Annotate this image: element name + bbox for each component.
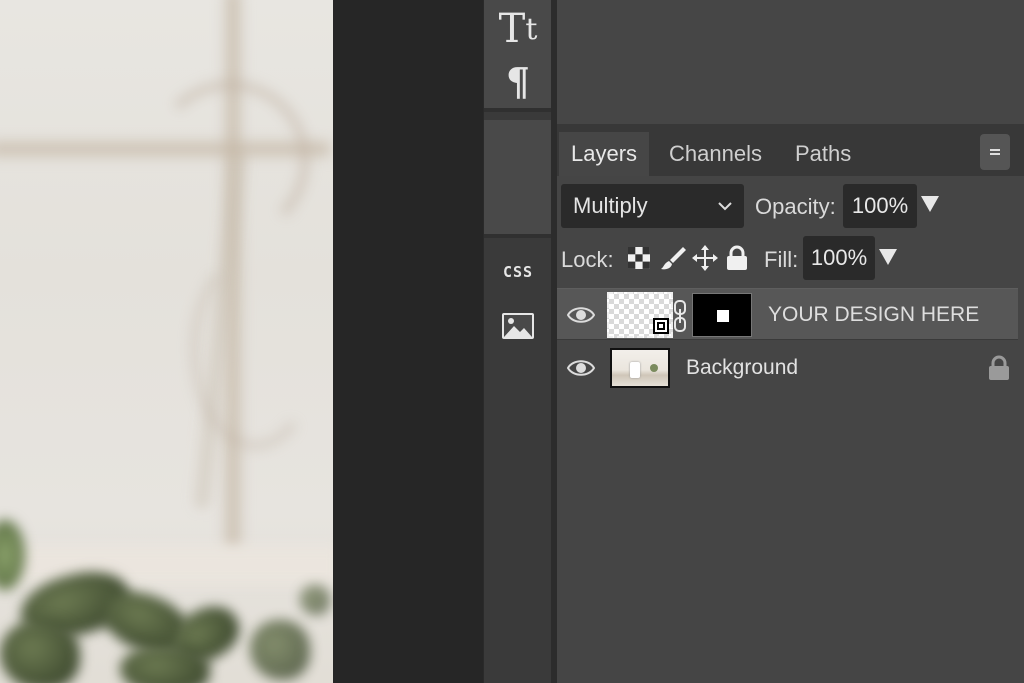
tab-paths[interactable]: Paths [783, 132, 863, 176]
smart-object-icon [653, 318, 669, 334]
image-panel-button[interactable] [484, 304, 552, 348]
canvas-pasteboard [333, 0, 483, 683]
type-tool-glyph-small: t [525, 11, 538, 47]
window-shadow-arc [190, 250, 320, 450]
eye-icon[interactable] [567, 356, 595, 380]
upper-panel-area [557, 0, 1024, 124]
eye-icon[interactable] [567, 303, 595, 327]
thumb-object [630, 362, 640, 378]
type-tool-glyph: T [498, 6, 526, 52]
paragraph-panel-button[interactable]: ¶ [484, 58, 552, 104]
padlock-icon[interactable] [723, 244, 751, 272]
css-label: CSS [502, 263, 534, 281]
mask-shape [717, 310, 729, 322]
plant-leaf [250, 620, 310, 680]
fill-input[interactable]: 100% [803, 236, 875, 280]
layer-name: YOUR DESIGN HERE [768, 303, 980, 326]
opacity-dropdown-icon[interactable] [921, 196, 939, 212]
layer-thumbnail[interactable] [610, 348, 670, 388]
lock-fill-row: Lock: Fill: 100% [557, 234, 1024, 282]
plant-leaf [120, 645, 210, 683]
plant-leaf [300, 585, 330, 615]
character-panel-button[interactable]: Tt [484, 6, 552, 52]
fill-label: Fill: [764, 247, 799, 272]
panel-tools-column: Tt ¶ CSS [483, 0, 553, 683]
layer-row-your-design-here[interactable]: YOUR DESIGN HERE [557, 288, 1018, 340]
lock-label: Lock: [561, 247, 614, 272]
thumb-plant [650, 364, 658, 372]
chevron-down-icon [718, 202, 732, 211]
tab-layers[interactable]: Layers [559, 132, 649, 176]
layers-panel: Layers Channels Paths Multiply Opacity: … [557, 124, 1024, 683]
opacity-label: Opacity: [755, 194, 836, 219]
document-canvas[interactable] [0, 0, 333, 683]
layer-mask-thumbnail[interactable] [692, 293, 752, 337]
panel-tabbar: Layers Channels Paths [557, 124, 1024, 176]
text-tools-group: Tt ¶ [484, 0, 552, 112]
blend-mode-value: Multiply [573, 193, 648, 218]
move-lock-icon[interactable] [691, 244, 719, 272]
blend-mode-select[interactable]: Multiply [561, 184, 744, 228]
window-sill [0, 545, 333, 585]
opacity-input[interactable]: 100% [843, 184, 917, 228]
blend-opacity-row: Multiply Opacity: 100% [557, 182, 1024, 230]
plant-leaf [0, 620, 80, 683]
css-panel-button[interactable]: CSS [484, 250, 552, 294]
window-shadow-arc [150, 80, 310, 240]
padlock-icon [989, 355, 1009, 380]
brush-lock-icon[interactable] [659, 244, 687, 272]
paragraph-icon: ¶ [505, 58, 531, 104]
image-icon [502, 313, 534, 339]
tab-channels[interactable]: Channels [657, 132, 774, 176]
link-icon[interactable] [673, 299, 687, 333]
fill-dropdown-icon[interactable] [879, 249, 897, 265]
panel-menu-button[interactable] [980, 134, 1010, 170]
panel-menu-icon [990, 149, 1000, 155]
transparency-lock-icon[interactable] [625, 244, 653, 272]
layer-name: Background [686, 356, 799, 379]
misc-tools-group: CSS [484, 120, 552, 339]
layer-thumbnail[interactable] [607, 292, 673, 338]
layer-row-background[interactable]: Background [557, 342, 1018, 394]
